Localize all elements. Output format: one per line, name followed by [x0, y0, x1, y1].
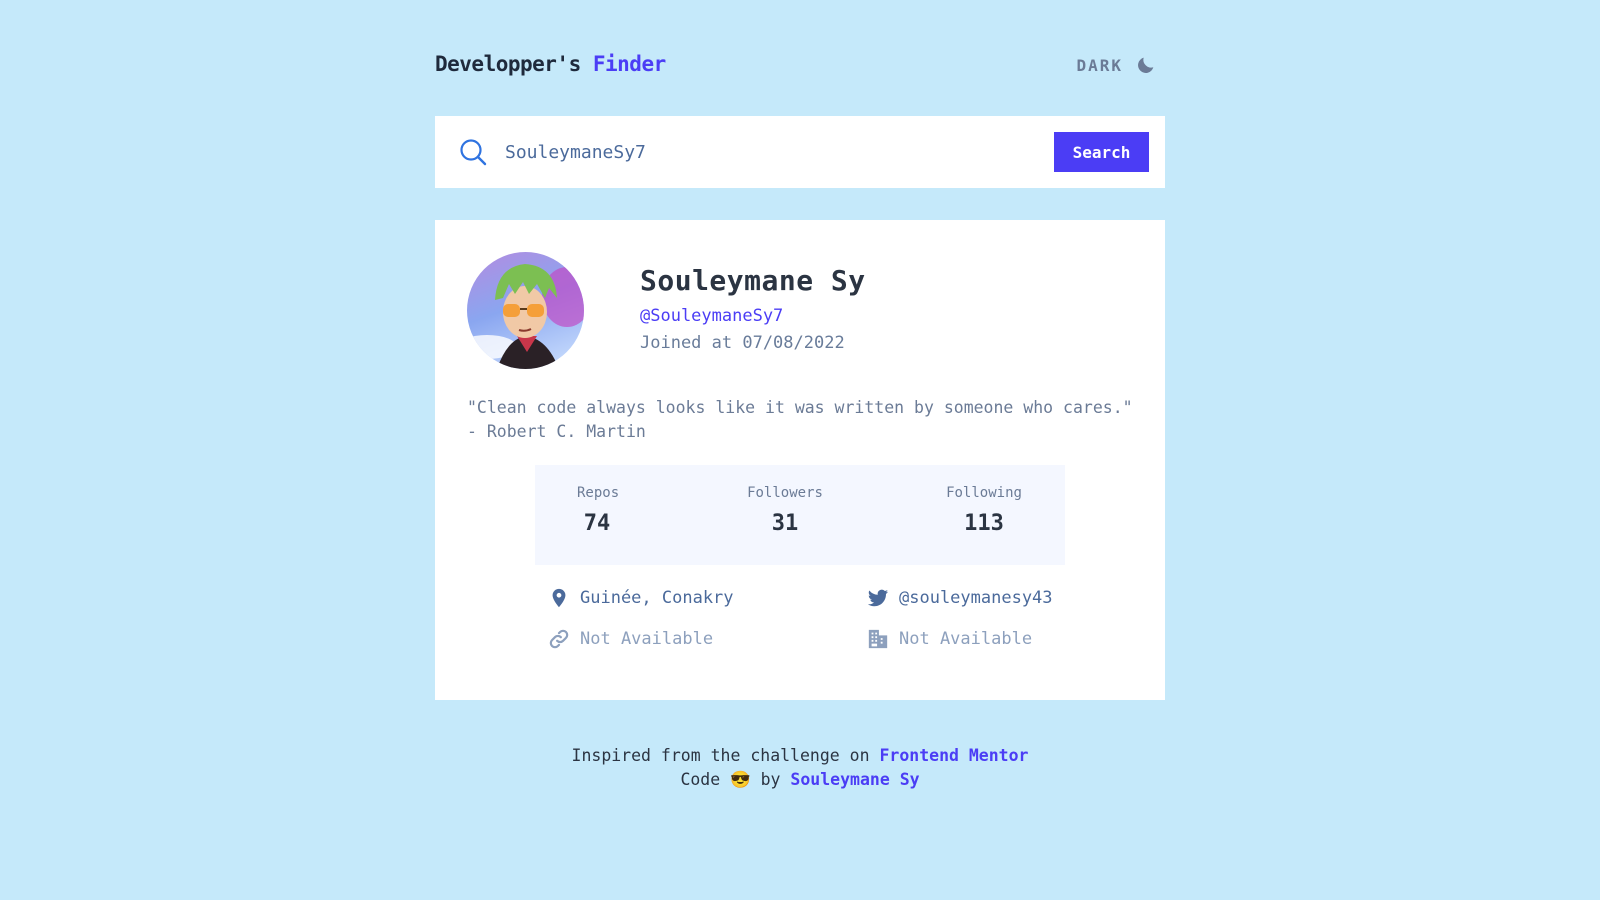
- building-icon: [867, 628, 899, 650]
- sunglasses-emoji-icon: 😎: [730, 770, 751, 789]
- author-link[interactable]: Souleymane Sy: [790, 770, 919, 789]
- twitter-text[interactable]: @souleymanesy43: [899, 588, 1053, 608]
- search-input[interactable]: [505, 134, 1065, 170]
- app-header: Developper's Finder DARK: [435, 48, 1165, 84]
- app-title-part2: Finder: [592, 52, 666, 76]
- footer-line-1: Inspired from the challenge on Frontend …: [435, 744, 1165, 768]
- avatar-image: [467, 264, 584, 369]
- frontend-mentor-link[interactable]: Frontend Mentor: [879, 746, 1028, 765]
- footer-by-text: by: [760, 770, 781, 789]
- twitter-link[interactable]: @souleymanesy43: [867, 587, 1053, 609]
- app-title-part1: Developper's: [435, 52, 581, 76]
- footer-code-text: Code: [680, 770, 721, 789]
- profile-bio-line2: - Robert C. Martin: [467, 422, 646, 441]
- profile-joined-date: Joined at 07/08/2022: [640, 333, 845, 353]
- profile-card: Souleymane Sy @SouleymaneSy7 Joined at 0…: [435, 220, 1165, 700]
- theme-toggle[interactable]: DARK: [1076, 54, 1157, 76]
- stat-followers-label: Followers: [747, 485, 823, 501]
- app-title: Developper's Finder: [435, 52, 666, 76]
- avatar: [467, 252, 584, 369]
- stat-following-label: Following: [946, 485, 1022, 501]
- stat-repos-value: 74: [583, 511, 611, 536]
- location-info: Guinée, Conakry: [548, 587, 734, 609]
- theme-toggle-label[interactable]: DARK: [1076, 56, 1123, 75]
- company-text: Not Available: [899, 629, 1033, 649]
- page-footer: Inspired from the challenge on Frontend …: [435, 744, 1165, 792]
- search-icon: [459, 138, 487, 166]
- stat-following: Following 113: [939, 485, 1029, 536]
- profile-name: Souleymane Sy: [640, 264, 866, 297]
- stats-panel: Repos 74 Followers 31 Following 113: [535, 465, 1065, 565]
- profile-bio-line1: "Clean code always looks like it was wri…: [467, 398, 1133, 417]
- footer-line-2: Code 😎 by Souleymane Sy: [435, 768, 1165, 792]
- stat-repos-label: Repos: [577, 485, 620, 501]
- company-info: Not Available: [867, 628, 1032, 650]
- stat-repos: Repos 74: [577, 485, 620, 536]
- app-container: Developper's Finder DARK Search: [435, 0, 1165, 900]
- link-icon: [548, 628, 580, 650]
- location-text: Guinée, Conakry: [580, 588, 734, 608]
- search-bar: Search: [435, 116, 1165, 188]
- location-pin-icon: [548, 587, 580, 609]
- blog-link[interactable]: Not Available: [548, 628, 713, 650]
- profile-login-link[interactable]: @SouleymaneSy7: [640, 306, 783, 326]
- stat-following-value: 113: [964, 511, 1004, 536]
- footer-inspired-text: Inspired from the challenge on: [571, 746, 870, 765]
- stat-followers: Followers 31: [740, 485, 830, 536]
- search-button[interactable]: Search: [1054, 132, 1149, 172]
- moon-icon[interactable]: [1135, 54, 1157, 76]
- twitter-icon: [867, 587, 899, 609]
- stat-followers-value: 31: [771, 511, 799, 536]
- profile-bio: "Clean code always looks like it was wri…: [467, 396, 1147, 444]
- blog-text[interactable]: Not Available: [580, 629, 713, 649]
